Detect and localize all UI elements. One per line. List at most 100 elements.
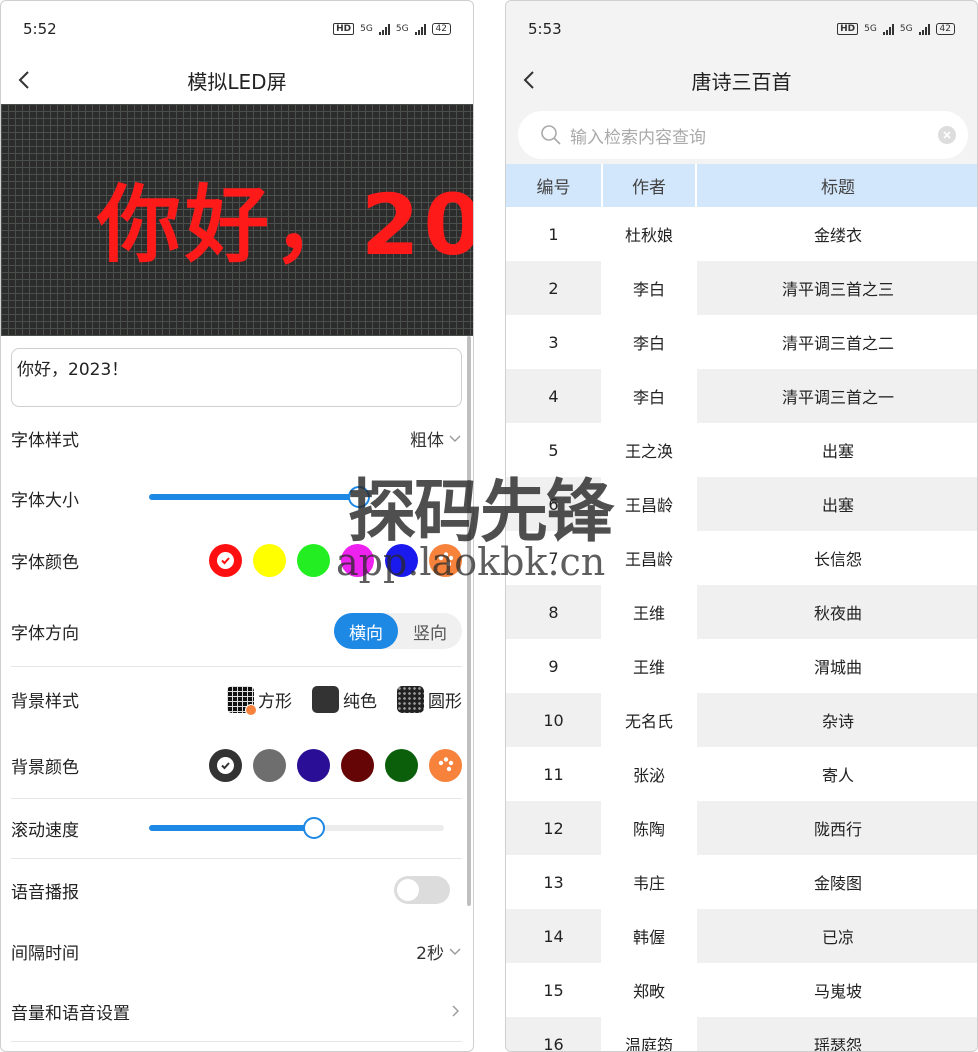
cell-number: 9 (548, 656, 559, 676)
font-direction-label: 字体方向 (11, 623, 79, 644)
bg-color-swatch[interactable] (341, 748, 374, 782)
cell-title: 长信怨 (813, 550, 862, 569)
voice-switch[interactable] (394, 876, 450, 904)
cell-author: 李白 (601, 369, 697, 423)
cell-author: 韦庄 (632, 874, 665, 893)
cell-author: 李白 (601, 261, 697, 315)
font-style-select[interactable]: 粗体 (410, 426, 462, 451)
bg-style-square[interactable]: 方形 (227, 685, 292, 716)
interval-row[interactable]: 间隔时间 2秒 (11, 934, 462, 968)
cell-number: 10 (543, 710, 564, 730)
scroll-speed-slider[interactable] (149, 817, 444, 839)
palette-icon[interactable] (429, 543, 462, 577)
direction-horizontal[interactable]: 横向 (334, 613, 398, 649)
table-row[interactable]: 12 陈陶 陇西行 (506, 801, 977, 855)
interval-select[interactable]: 2秒 (416, 939, 462, 964)
tang-poems-app: 5:53 HD 5G 5G 42 唐诗三百首 输入检索内容查询 编号 作者 标题… (505, 0, 978, 1052)
check-icon (217, 756, 234, 774)
search-input[interactable]: 输入检索内容查询 (570, 123, 938, 148)
led-display: 你好，2023！ (1, 104, 473, 336)
back-arrow-icon[interactable] (13, 68, 37, 92)
cell-author: 韩偓 (601, 909, 697, 963)
font-direction-toggle[interactable]: 横向 竖向 (334, 613, 462, 649)
table-row[interactable]: 14 韩偓 已凉 (506, 909, 977, 963)
bg-style-solid[interactable]: 纯色 (312, 685, 377, 713)
volume-row[interactable]: 音量和语音设置 (11, 994, 462, 1028)
table-row[interactable]: 6 王昌龄 出塞 (506, 477, 977, 531)
table-row[interactable]: 4 李白 清平调三首之一 (506, 369, 977, 423)
cell-author: 杜秋娘 (624, 226, 673, 245)
table-row[interactable]: 7 王昌龄 长信怨 (506, 531, 977, 585)
table-row[interactable]: 13 韦庄 金陵图 (506, 855, 977, 909)
cell-number: 7 (548, 548, 559, 568)
table-row[interactable]: 8 王维 秋夜曲 (506, 585, 977, 639)
scrollbar[interactable] (467, 336, 471, 906)
bg-color-swatch[interactable] (297, 748, 330, 782)
bg-color-row: 背景颜色 (11, 747, 462, 783)
table-row[interactable]: 16 温庭筠 瑶瑟怨 (506, 1017, 977, 1051)
cell-number: 1 (548, 224, 559, 244)
led-text-input[interactable]: 你好，2023！ (11, 348, 462, 407)
cell-title: 已凉 (821, 928, 854, 947)
scroll-speed-fill (149, 825, 315, 831)
table-row[interactable]: 15 郑畋 马嵬坡 (506, 963, 977, 1017)
divider (11, 798, 462, 799)
cell-author: 张泌 (632, 766, 665, 785)
cell-title: 清平调三首之三 (781, 280, 894, 299)
interval-value: 2秒 (416, 943, 444, 964)
clear-icon[interactable] (938, 126, 956, 144)
font-style-row[interactable]: 字体样式 粗体 (11, 421, 462, 455)
bg-color-swatches (209, 748, 462, 782)
font-color-swatch[interactable] (385, 543, 418, 577)
font-size-knob[interactable] (347, 486, 370, 508)
poem-table: 1 杜秋娘 金缕衣 2 李白 清平调三首之三 3 李白 清平调三首之二 4 李白 清平调三首之一 5 王之… (506, 207, 977, 1051)
table-row[interactable]: 2 李白 清平调三首之三 (506, 261, 977, 315)
hd-icon: HD (333, 23, 355, 35)
header-title[interactable]: 标题 (697, 164, 977, 207)
font-size-slider[interactable] (149, 486, 370, 508)
led-text: 你好，2023！ (97, 176, 473, 274)
battery-icon: 42 (431, 23, 451, 35)
table-row[interactable]: 5 王之涣 出塞 (506, 423, 977, 477)
cell-title: 陇西行 (813, 820, 862, 839)
bg-color-swatch[interactable] (209, 748, 242, 782)
table-row[interactable]: 9 王维 渭城曲 (506, 639, 977, 693)
status-icons: HD 5G 5G 42 (333, 23, 451, 35)
search-bar[interactable]: 输入检索内容查询 (518, 111, 968, 159)
font-color-swatch[interactable] (253, 543, 286, 577)
header-author[interactable]: 作者 (601, 164, 697, 207)
cell-title: 出塞 (821, 442, 854, 461)
cell-title: 马嵬坡 (813, 982, 862, 1001)
status-time: 5:53 (528, 20, 562, 38)
cell-number: 14 (543, 926, 564, 946)
cell-number: 13 (543, 872, 564, 892)
bg-style-round[interactable]: 圆形 (397, 685, 462, 713)
back-arrow-icon[interactable] (518, 68, 542, 92)
bg-style-solid-label: 纯色 (343, 691, 377, 712)
table-row[interactable]: 1 杜秋娘 金缕衣 (506, 207, 977, 261)
cell-title: 金陵图 (813, 874, 862, 893)
signal-icon (882, 23, 894, 35)
signal-icon (378, 23, 390, 35)
table-row[interactable]: 11 张泌 寄人 (506, 747, 977, 801)
hd-icon: HD (837, 23, 859, 35)
table-row[interactable]: 3 李白 清平调三首之二 (506, 315, 977, 369)
font-color-swatch[interactable] (297, 543, 330, 577)
network-5g-label: 5G (864, 24, 877, 34)
header-number[interactable]: 编号 (506, 164, 601, 207)
volume-label: 音量和语音设置 (11, 1003, 130, 1024)
bg-color-swatch[interactable] (385, 748, 418, 782)
cell-number: 11 (543, 764, 564, 784)
table-row[interactable]: 10 无名氏 杂诗 (506, 693, 977, 747)
bg-color-label: 背景颜色 (11, 757, 79, 778)
cell-author: 王维 (601, 585, 697, 639)
palette-icon[interactable] (429, 748, 462, 782)
chevron-down-icon (449, 435, 461, 442)
direction-vertical[interactable]: 竖向 (398, 613, 462, 649)
cell-number: 2 (548, 278, 559, 298)
font-color-swatch[interactable] (341, 543, 374, 577)
font-color-swatch[interactable] (209, 543, 242, 577)
voice-label: 语音播报 (11, 882, 79, 903)
cell-author: 温庭筠 (601, 1017, 697, 1051)
bg-color-swatch[interactable] (253, 748, 286, 782)
